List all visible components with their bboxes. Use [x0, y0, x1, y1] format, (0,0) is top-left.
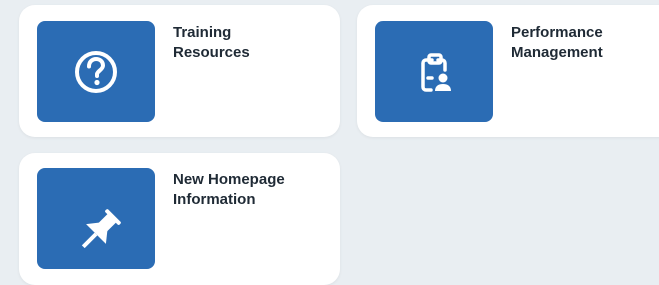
tile-label-line1: Performance: [511, 24, 603, 41]
tile-label-line2: Information: [173, 191, 256, 208]
tile-new-homepage-information[interactable]: New Homepage Information: [19, 153, 340, 285]
pin-icon: [81, 208, 121, 248]
tile-icon-box: [37, 21, 155, 122]
tile-label: New Homepage Information: [173, 170, 323, 210]
tile-icon-box: [375, 21, 493, 122]
tile-icon-box: [37, 168, 155, 269]
tile-label: Performance Management: [511, 23, 659, 63]
tile-label-line2: Resources: [173, 44, 250, 61]
tile-label-line1: New Homepage: [173, 171, 285, 188]
tile-label-line1: Training: [173, 24, 232, 41]
tile-label: Training Resources: [173, 23, 323, 63]
question-circle-icon: [75, 50, 117, 93]
clipboard-person-icon: [421, 52, 451, 92]
tile-label-line2: Management: [511, 44, 603, 61]
tile-performance-management[interactable]: Performance Management: [357, 5, 659, 137]
tile-training-resources[interactable]: Training Resources: [19, 5, 340, 137]
